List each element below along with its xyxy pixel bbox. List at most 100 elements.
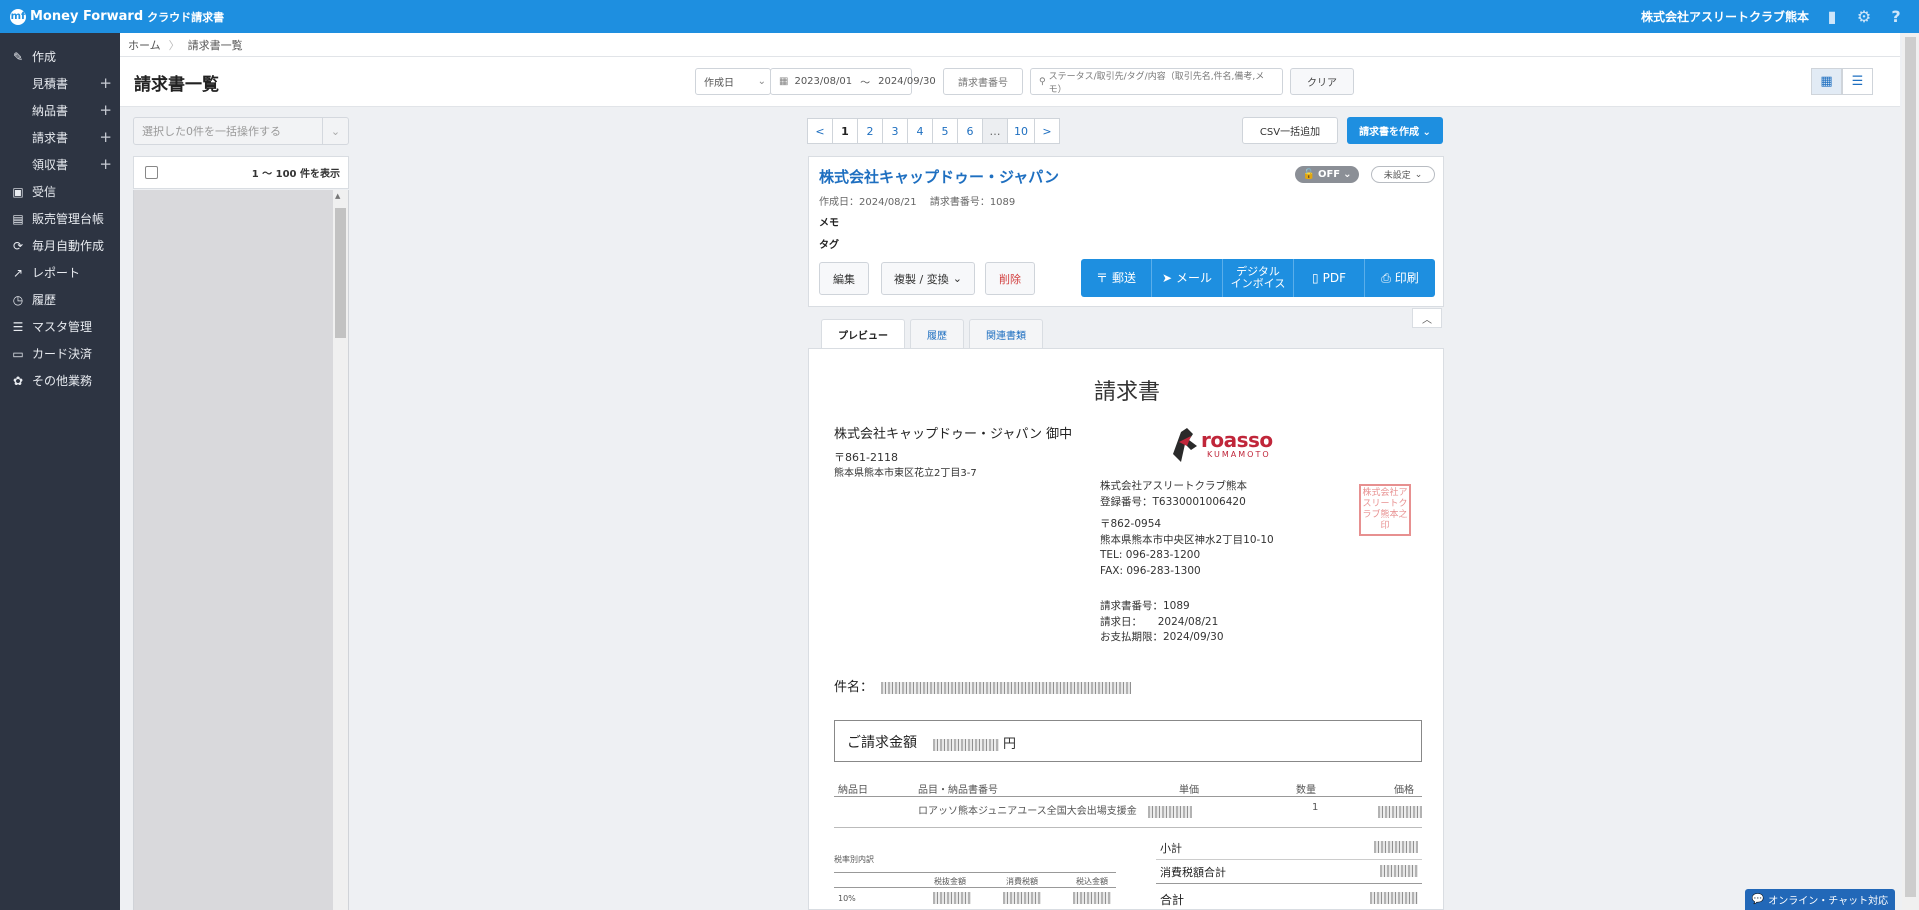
sidebar-item-other[interactable]: ✿ その他業務: [0, 367, 120, 394]
plus-icon[interactable]: +: [99, 155, 112, 173]
sidebar-item-ledger[interactable]: ▤ 販売管理台帳: [0, 205, 120, 232]
redacted-tax-amount: [1003, 892, 1041, 904]
client-zip: 〒861-2118: [834, 451, 898, 464]
sidebar-item-history[interactable]: ◷ 履歴: [0, 286, 120, 313]
company-name[interactable]: 株式会社アスリートクラブ熊本: [1641, 8, 1809, 25]
copy-convert-button[interactable]: 複製 / 変換 ⌄: [881, 262, 975, 295]
clear-button[interactable]: クリア: [1290, 68, 1354, 95]
page-1[interactable]: 1: [832, 118, 858, 144]
plus-icon[interactable]: +: [99, 74, 112, 92]
date-to[interactable]: 2024/09/30: [878, 76, 936, 87]
client-name[interactable]: 株式会社キャップドゥー・ジャパン: [819, 166, 1059, 187]
page-prev[interactable]: <: [807, 118, 833, 144]
list-header: 1 ～ 100 件を表示: [133, 156, 349, 189]
list-scrollbar[interactable]: ▲: [333, 190, 348, 910]
scroll-up-icon[interactable]: ▲: [335, 192, 340, 200]
tab-related[interactable]: 関連書類: [969, 319, 1043, 348]
pagination: < 1 2 3 4 5 6 … 10 >: [807, 118, 1060, 144]
lock-icon: 🔓: [1302, 169, 1315, 180]
email-button[interactable]: ➤ メール: [1152, 259, 1223, 297]
status-select[interactable]: 未設定 ⌄: [1371, 166, 1435, 183]
help-icon[interactable]: ?: [1887, 7, 1905, 26]
file-icon: ▯: [1312, 270, 1319, 285]
redacted-tax-incl: [1073, 892, 1111, 904]
date-type-select[interactable]: 作成日 ⌄: [695, 68, 771, 95]
plus-icon[interactable]: +: [99, 128, 112, 146]
invoice-number-input[interactable]: 請求書番号: [943, 68, 1023, 95]
item-qty: 1: [1312, 802, 1319, 813]
sidebar-item-card[interactable]: ▭ カード決済: [0, 340, 120, 367]
list-view-icon[interactable]: ☰: [1842, 68, 1873, 95]
issuer-tel: TEL: 096-283-1200: [1100, 549, 1201, 561]
pdf-button[interactable]: ▯ PDF: [1294, 259, 1365, 297]
sidebar-item-invoice[interactable]: 請求書 +: [0, 124, 120, 151]
page-5[interactable]: 5: [932, 118, 958, 144]
digital-invoice-button[interactable]: デジタル インボイス: [1223, 259, 1294, 297]
issuer-registration: 登録番号：T6330001006420: [1100, 495, 1246, 508]
page-scrollbar[interactable]: [1902, 33, 1919, 910]
sidebar-item-inbox[interactable]: ▣ 受信: [0, 178, 120, 205]
sidebar-item-label: 見積書: [32, 77, 69, 91]
bulk-action-select[interactable]: 選択した0件を一括操作する ⌄: [133, 117, 349, 145]
plus-icon[interactable]: +: [99, 101, 112, 119]
card-icon: ▭: [12, 346, 24, 361]
chevron-right-icon: 〉: [168, 38, 180, 52]
send-icon: ➤: [1161, 270, 1173, 285]
chevron-down-icon: ⌄: [1343, 169, 1352, 180]
sidebar-item-create[interactable]: ✎ 作成: [0, 43, 120, 70]
chat-label: オンライン・チャット対応: [1768, 896, 1889, 907]
csv-import-button[interactable]: CSV一括追加: [1242, 117, 1338, 144]
post-label: 郵送: [1112, 270, 1137, 285]
issuer-zip: 〒862-0954: [1100, 518, 1162, 530]
date-range-field[interactable]: ▦ 2023/08/01 ～ 2024/09/30: [770, 68, 936, 95]
tab-history[interactable]: 履歴: [910, 319, 964, 348]
tab-preview[interactable]: プレビュー: [821, 319, 905, 349]
post-mail-button[interactable]: 〒郵送: [1081, 259, 1152, 297]
subtotal-label: 小計: [1160, 842, 1182, 855]
chat-button[interactable]: 💬 オンライン・チャット対応: [1745, 889, 1895, 910]
search-input[interactable]: ⚲ ステータス/取引先/タグ/内容（取引先名,件名,備考,メモ）: [1030, 68, 1283, 95]
doc-invoice-number: 請求書番号：1089: [1100, 600, 1190, 612]
grid-view-icon[interactable]: ▦: [1811, 68, 1842, 95]
page-2[interactable]: 2: [857, 118, 883, 144]
sidebar-item-label: 領収書: [32, 158, 69, 172]
search-icon: ⚲: [1039, 76, 1046, 87]
chevron-down-icon: ⌄: [322, 118, 348, 144]
delete-button[interactable]: 削除: [985, 262, 1035, 295]
gear-icon[interactable]: ⚙: [1855, 7, 1873, 26]
select-all-checkbox[interactable]: [145, 166, 158, 179]
sidebar-item-receipt[interactable]: 領収書 +: [0, 151, 120, 178]
create-invoice-button[interactable]: 請求書を作成 ⌄: [1347, 117, 1443, 144]
page-6[interactable]: 6: [957, 118, 983, 144]
page-4[interactable]: 4: [907, 118, 933, 144]
digital-label-2: インボイス: [1230, 277, 1286, 290]
document-client: 株式会社キャップドゥー・ジャパン 御中: [834, 427, 1073, 442]
view-toggle: ▦ ☰: [1811, 68, 1873, 95]
logo-sub: KUMAMOTO: [1207, 450, 1271, 459]
page-3[interactable]: 3: [882, 118, 908, 144]
breadcrumb-home[interactable]: ホーム: [120, 37, 169, 53]
sidebar-item-delivery[interactable]: 納品書 +: [0, 97, 120, 124]
page-scroll-thumb[interactable]: [1905, 37, 1916, 897]
tax-col-2: 消費税額: [1006, 877, 1038, 886]
lock-toggle[interactable]: 🔓 OFF ⌄: [1295, 166, 1359, 183]
page-10[interactable]: 10: [1007, 118, 1035, 144]
tax-col-1: 税抜金額: [934, 877, 966, 886]
book-icon[interactable]: ▮: [1823, 7, 1841, 26]
print-button[interactable]: ⎙ 印刷: [1365, 259, 1435, 297]
issuer-name: 株式会社アスリートクラブ熊本: [1100, 480, 1247, 492]
sidebar-item-master[interactable]: ☰ マスタ管理: [0, 313, 120, 340]
date-type-value: 作成日: [704, 78, 734, 89]
page-next[interactable]: >: [1034, 118, 1060, 144]
edit-button[interactable]: 編集: [819, 262, 869, 295]
history-icon: ◷: [12, 292, 24, 307]
sidebar-item-auto-create[interactable]: ⟳ 毎月自動作成: [0, 232, 120, 259]
date-from[interactable]: 2023/08/01: [794, 76, 852, 87]
subject-label: 件名：: [834, 680, 874, 695]
brand-logo[interactable]: mf Money Forward クラウド請求書: [0, 8, 224, 25]
sidebar-item-quote[interactable]: 見積書 +: [0, 70, 120, 97]
chevron-down-icon: ⌄: [1414, 169, 1423, 180]
chevron-up-icon[interactable]: ︿: [1412, 308, 1442, 328]
scroll-thumb[interactable]: [335, 208, 346, 338]
sidebar-item-report[interactable]: ↗ レポート: [0, 259, 120, 286]
